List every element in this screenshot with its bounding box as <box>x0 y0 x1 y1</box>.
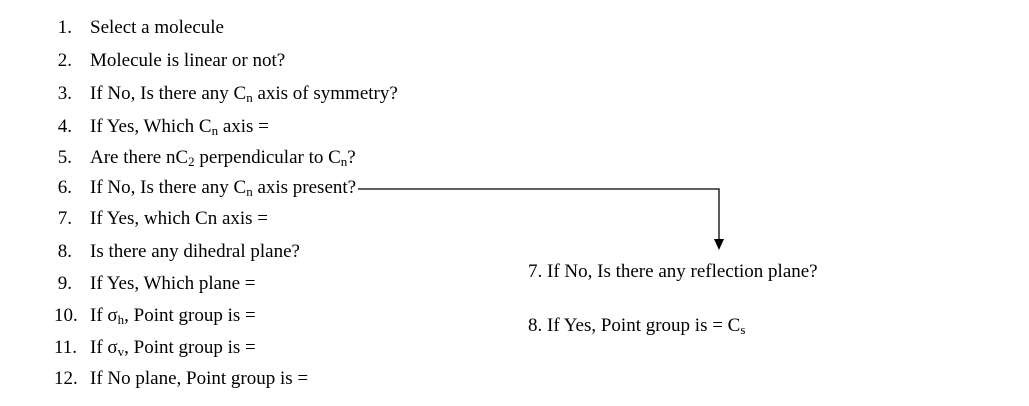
step-number: 5. <box>57 147 72 168</box>
step-number: 7. <box>57 208 72 229</box>
step-text: If Yes, Which plane = <box>90 273 256 294</box>
branch-step-1: 7. If No, Is there any reflection plane? <box>528 258 818 286</box>
step-number: 4. <box>57 116 72 137</box>
step-number: 6. <box>57 177 72 198</box>
step-text: If No, Is there any Cn axis of symmetry? <box>90 83 398 105</box>
step-number: 10. <box>54 305 78 326</box>
symmetry-procedure: 1. Select a molecule 2. Molecule is line… <box>0 0 1029 406</box>
step-number: 9. <box>57 273 72 294</box>
step-number: 8. <box>57 241 72 262</box>
arrow-down-icon <box>714 239 724 250</box>
branch-step-text: 8. If Yes, Point group is = Cs <box>528 315 746 337</box>
step-text: If No, Is there any Cn axis present? <box>90 177 357 199</box>
step-text: If σh, Point group is = <box>90 305 256 327</box>
branch-step-text: 7. If No, Is there any reflection plane? <box>528 261 818 282</box>
step-text: Are there nC2 perpendicular to Cn? <box>90 147 356 169</box>
step-text: If No plane, Point group is = <box>90 368 309 389</box>
step-text: If Yes, Which Cn axis = <box>90 116 269 138</box>
step-text: Is there any dihedral plane? <box>90 241 300 262</box>
step-number: 11. <box>54 337 78 358</box>
step-text: If Yes, which Cn axis = <box>90 208 269 229</box>
step-text: Select a molecule <box>90 17 224 38</box>
step-number: 3. <box>57 83 72 104</box>
step-number: 2. <box>57 50 72 71</box>
branch-step-2: 8. If Yes, Point group is = Cs <box>528 312 745 340</box>
connector-arrow-line <box>358 188 720 241</box>
step-text: Molecule is linear or not? <box>90 50 286 71</box>
step-text: If σv, Point group is = <box>90 337 256 359</box>
step-number: 1. <box>57 17 72 38</box>
step-number: 12. <box>54 368 78 389</box>
